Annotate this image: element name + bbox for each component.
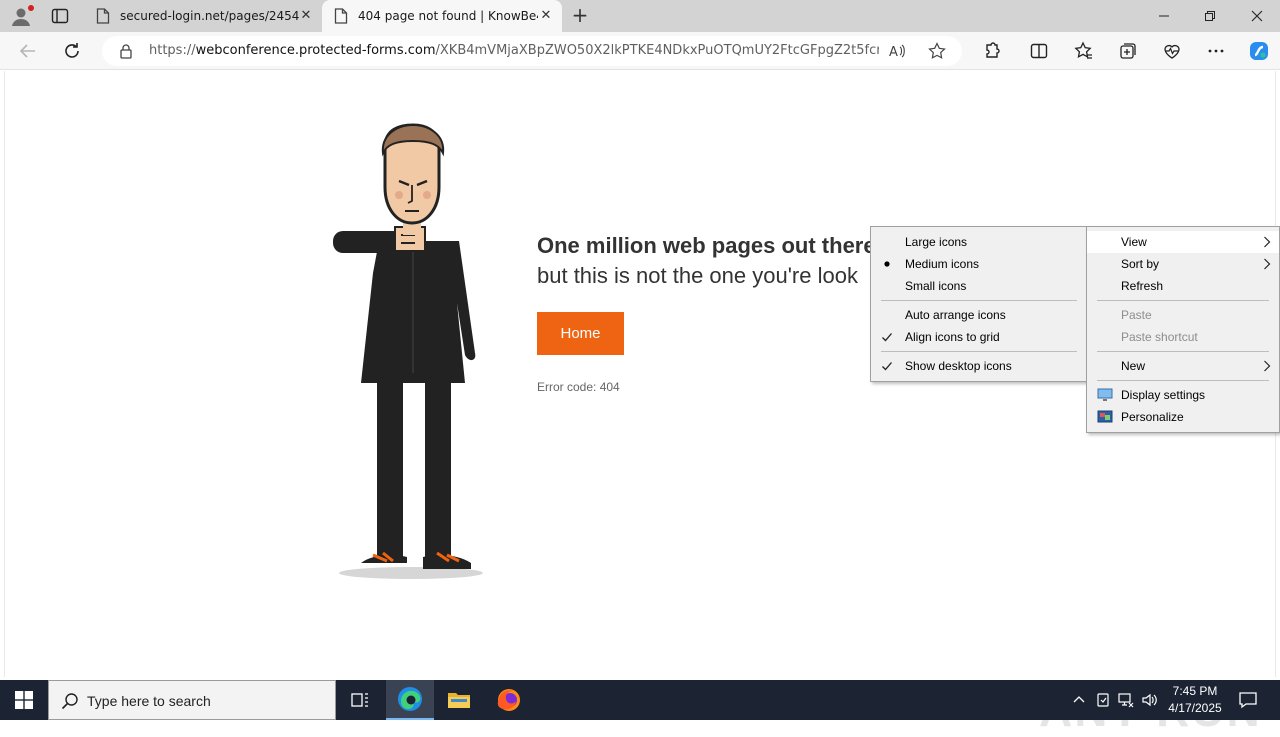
menu-separator — [881, 351, 1077, 352]
split-screen-icon[interactable] — [1029, 41, 1049, 61]
taskbar: 7:45 PM 4/17/2025 — [0, 680, 1280, 720]
selected-bullet-icon — [884, 261, 890, 267]
submenu-arrow-icon — [1264, 258, 1271, 270]
menu-item-paste: Paste — [1121, 308, 1152, 322]
read-aloud-icon[interactable]: A — [888, 42, 906, 60]
show-hidden-icons-chevron-icon[interactable] — [1070, 691, 1088, 709]
close-window-button[interactable] — [1234, 0, 1280, 32]
task-view-button[interactable] — [336, 680, 384, 720]
extensions-icon[interactable] — [981, 41, 1001, 61]
personalize-icon — [1097, 410, 1113, 423]
start-button[interactable] — [0, 680, 48, 720]
taskbar-search[interactable] — [48, 680, 336, 720]
url-text[interactable]: https://webconference.protected-forms.co… — [149, 43, 879, 58]
edge-icon — [398, 687, 422, 711]
windows-logo-icon — [15, 691, 33, 709]
taskbar-edge[interactable] — [386, 680, 434, 720]
headline-line-1: One million web pages out there, — [537, 233, 882, 258]
menu-separator — [1097, 300, 1269, 301]
close-tab-icon[interactable]: ✕ — [538, 8, 554, 24]
tab-title: secured-login.net/pages/245414 — [120, 9, 300, 23]
menu-item-show-desktop-icons[interactable]: Show desktop icons — [871, 355, 1087, 377]
home-button[interactable]: Home — [537, 312, 624, 355]
headline-line-2: but this is not the one you're look — [537, 263, 858, 288]
checkmark-icon — [882, 362, 892, 371]
lock-icon[interactable] — [118, 43, 134, 59]
url-path: /XKB4mVMjaXBpZWO50X2lkPTKE4NDkxPuOTQmUY2… — [435, 43, 879, 58]
search-icon — [61, 693, 78, 710]
taskbar-file-explorer[interactable] — [435, 680, 483, 720]
close-icon — [1251, 10, 1263, 22]
url-scheme: https:// — [149, 43, 196, 58]
reload-icon[interactable] — [62, 41, 82, 61]
network-icon[interactable] — [1117, 691, 1135, 709]
folder-icon — [448, 693, 470, 708]
submenu-arrow-icon — [1264, 360, 1271, 372]
new-tab-icon[interactable]: + — [569, 5, 591, 27]
menu-item-auto-arrange-icons[interactable]: Auto arrange icons — [871, 304, 1087, 326]
menu-item-small-icons[interactable]: Small icons — [871, 275, 1087, 297]
error-code-text: Error code: 404 — [537, 380, 620, 394]
tab-strip: secured-login.net/pages/245414 ✕ 404 pag… — [0, 0, 1280, 32]
url-host: webconference.protected-forms.com — [195, 43, 436, 58]
menu-separator — [1097, 351, 1269, 352]
taskbar-firefox[interactable] — [485, 680, 533, 720]
menu-item-view[interactable]: View — [1087, 231, 1279, 253]
collections-icon[interactable] — [1118, 41, 1138, 61]
clock-date: 4/17/2025 — [1168, 701, 1222, 715]
menu-item-align-icons-to-grid[interactable]: Align icons to grid — [871, 326, 1087, 348]
system-clock[interactable]: 7:45 PM 4/17/2025 — [1160, 683, 1230, 717]
pointing-man-illustration — [333, 123, 483, 579]
view-submenu: Large icons Medium icons Small icons Aut… — [870, 226, 1088, 382]
notifications-icon[interactable] — [1238, 690, 1258, 710]
minimize-button[interactable] — [1141, 0, 1187, 32]
restore-button[interactable] — [1187, 0, 1233, 32]
firefox-icon — [497, 689, 520, 711]
page-icon — [334, 8, 348, 24]
more-options-icon[interactable] — [1206, 41, 1226, 61]
menu-item-display-settings[interactable]: Display settings — [1087, 384, 1279, 406]
tab-title: 404 page not found | KnowBe4 — [358, 9, 538, 23]
submenu-arrow-icon — [1264, 236, 1271, 248]
menu-separator — [881, 300, 1077, 301]
minimize-icon — [1159, 15, 1169, 17]
defender-shield-icon[interactable] — [1094, 691, 1112, 709]
page-icon — [96, 8, 110, 24]
search-input[interactable] — [87, 690, 327, 712]
clock-time: 7:45 PM — [1172, 684, 1218, 698]
favorites-icon[interactable] — [1074, 41, 1094, 61]
tab-secured-login[interactable]: secured-login.net/pages/245414 ✕ — [84, 0, 322, 32]
browser-essentials-icon[interactable] — [1162, 41, 1182, 61]
tab-knowbe4-404[interactable]: 404 page not found | KnowBe4 ✕ — [322, 0, 562, 32]
menu-item-sort-by[interactable]: Sort by — [1087, 253, 1279, 275]
menu-item-paste-shortcut: Paste shortcut — [1121, 330, 1198, 344]
menu-separator — [1097, 380, 1269, 381]
menu-item-new[interactable]: New — [1087, 355, 1279, 377]
display-icon — [1097, 388, 1113, 401]
back-arrow-icon[interactable] — [18, 41, 38, 61]
menu-item-large-icons[interactable]: Large icons — [871, 231, 1087, 253]
menu-item-medium-icons[interactable]: Medium icons — [871, 253, 1087, 275]
tab-actions-icon[interactable] — [50, 6, 70, 26]
browser-toolbar: https://webconference.protected-forms.co… — [0, 32, 1280, 70]
address-bar[interactable]: https://webconference.protected-forms.co… — [102, 36, 962, 66]
restore-icon — [1205, 11, 1215, 21]
copilot-icon[interactable] — [1247, 39, 1271, 63]
favorite-star-icon[interactable] — [928, 42, 946, 60]
profile-notification-dot — [28, 5, 34, 11]
desktop-context-menu: View Sort by Refresh Paste Paste shortcu… — [1086, 226, 1280, 433]
volume-icon[interactable] — [1141, 691, 1159, 709]
svg-text:A: A — [889, 45, 898, 60]
menu-item-personalize[interactable]: Personalize — [1087, 406, 1279, 428]
checkmark-icon — [882, 333, 892, 342]
task-view-icon — [351, 693, 368, 707]
close-tab-icon[interactable]: ✕ — [298, 8, 314, 24]
menu-item-refresh[interactable]: Refresh — [1087, 275, 1279, 297]
